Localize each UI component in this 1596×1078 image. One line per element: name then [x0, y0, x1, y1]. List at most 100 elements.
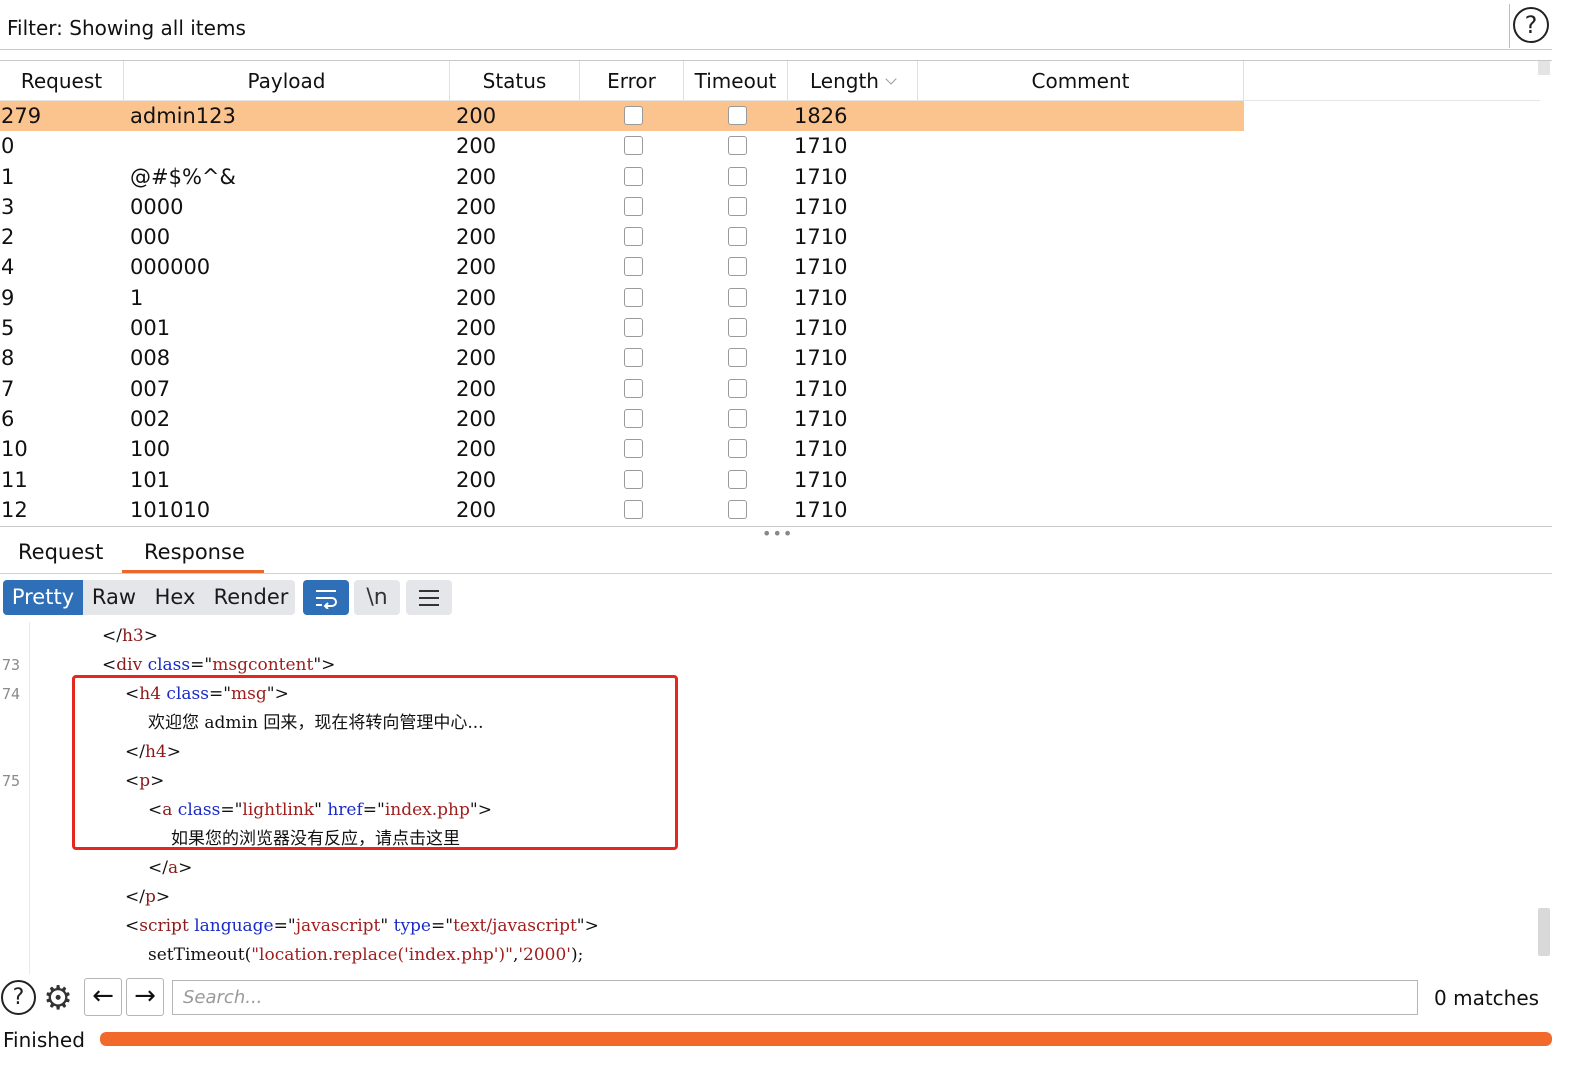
- error-checkbox[interactable]: [624, 348, 643, 368]
- table-row[interactable]: 10 100 200 1710: [0, 434, 1540, 464]
- timeout-checkbox[interactable]: [728, 439, 747, 459]
- wrap-lines-icon[interactable]: [303, 580, 349, 615]
- timeout-checkbox[interactable]: [728, 136, 747, 156]
- raw-button[interactable]: Raw: [87, 580, 141, 615]
- cell-request: 2: [1, 225, 15, 250]
- gear-icon[interactable]: ⚙: [40, 980, 76, 1016]
- error-checkbox[interactable]: [624, 408, 643, 428]
- error-checkbox[interactable]: [624, 166, 643, 186]
- table-row[interactable]: 9 1 200 1710: [0, 283, 1540, 313]
- cell-payload: 100: [130, 437, 171, 462]
- line-number: 74: [2, 685, 21, 703]
- code-token: class: [147, 655, 191, 675]
- timeout-checkbox[interactable]: [728, 287, 747, 307]
- code-token: >: [155, 887, 171, 907]
- cell-request: 8: [1, 346, 15, 371]
- timeout-checkbox[interactable]: [728, 257, 747, 277]
- next-match-button[interactable]: →: [126, 978, 164, 1016]
- column-header-payload[interactable]: Payload: [124, 61, 450, 101]
- filter-box[interactable]: Filter: Showing all items: [0, 4, 1510, 48]
- timeout-checkbox[interactable]: [728, 227, 747, 247]
- table-row[interactable]: 11 101 200 1710: [0, 465, 1540, 495]
- cell-length: 1710: [794, 316, 848, 341]
- cell-status: 200: [456, 376, 497, 401]
- column-header-request[interactable]: Request: [0, 61, 124, 101]
- cell-request: 1: [1, 164, 15, 189]
- cell-status: 200: [456, 104, 497, 128]
- table-row[interactable]: 6 002 200 1710: [0, 404, 1540, 434]
- cell-request: 0: [1, 134, 15, 159]
- error-checkbox[interactable]: [624, 378, 643, 398]
- previous-match-button[interactable]: ←: [84, 978, 122, 1016]
- error-checkbox[interactable]: [624, 318, 643, 338]
- error-checkbox[interactable]: [624, 499, 643, 519]
- error-checkbox[interactable]: [624, 106, 643, 125]
- table-row[interactable]: 7 007 200 1710: [0, 374, 1540, 404]
- timeout-checkbox[interactable]: [728, 378, 747, 398]
- cell-status: 200: [456, 467, 497, 492]
- table-row[interactable]: 279 admin123 200 1826: [0, 101, 1244, 132]
- table-scrollbar[interactable]: [1538, 61, 1550, 75]
- timeout-checkbox[interactable]: [728, 106, 747, 125]
- error-checkbox[interactable]: [624, 227, 643, 247]
- newline-toggle-icon[interactable]: \n: [354, 580, 400, 615]
- error-checkbox[interactable]: [624, 196, 643, 216]
- column-header-comment[interactable]: Comment: [918, 61, 1244, 101]
- hamburger-menu-icon[interactable]: [406, 580, 452, 615]
- annotation-highlight-box: [72, 675, 678, 850]
- table-row[interactable]: 8 008 200 1710: [0, 343, 1540, 373]
- timeout-checkbox[interactable]: [728, 469, 747, 489]
- cell-status: 200: [456, 255, 497, 280]
- code-token: a: [167, 858, 179, 878]
- table-row[interactable]: 12 101010 200 1710: [0, 495, 1540, 525]
- error-checkbox[interactable]: [624, 287, 643, 307]
- timeout-checkbox[interactable]: [728, 166, 747, 186]
- cell-length: 1710: [794, 225, 848, 250]
- table-row[interactable]: 4 000000 200 1710: [0, 252, 1540, 282]
- column-header-length[interactable]: Length: [788, 61, 918, 101]
- column-header-status[interactable]: Status: [450, 61, 580, 101]
- filter-label[interactable]: Filter: Showing all items: [7, 16, 246, 40]
- hex-button[interactable]: Hex: [147, 580, 203, 615]
- timeout-checkbox[interactable]: [728, 196, 747, 216]
- code-line: </h3>: [102, 622, 158, 651]
- cell-request: 5: [1, 316, 15, 341]
- error-checkbox[interactable]: [624, 257, 643, 277]
- cell-payload: admin123: [130, 104, 236, 128]
- table-row[interactable]: 0 200 1710: [0, 131, 1540, 161]
- cell-payload: 1: [130, 285, 144, 310]
- progress-bar: [100, 1032, 1552, 1046]
- tab-request[interactable]: Request: [18, 540, 103, 564]
- help-icon[interactable]: ?: [1513, 7, 1549, 43]
- table-row[interactable]: 1 @#$%^& 200 1710: [0, 162, 1540, 192]
- cell-length: 1710: [794, 285, 848, 310]
- cell-length: 1826: [794, 104, 848, 128]
- cell-payload: 001: [130, 316, 171, 341]
- timeout-checkbox[interactable]: [728, 408, 747, 428]
- code-token: ": [380, 916, 394, 936]
- cell-payload: 002: [130, 406, 171, 431]
- code-scrollbar[interactable]: [1538, 908, 1550, 956]
- pretty-button[interactable]: Pretty: [3, 580, 83, 615]
- error-checkbox[interactable]: [624, 439, 643, 459]
- progress-bar-fill: [100, 1032, 1552, 1046]
- code-token: p: [144, 887, 156, 907]
- table-row[interactable]: 3 0000 200 1710: [0, 192, 1540, 222]
- cell-status: 200: [456, 134, 497, 159]
- help-icon[interactable]: ?: [1, 980, 36, 1015]
- render-button[interactable]: Render: [209, 580, 293, 615]
- column-header-error[interactable]: Error: [580, 61, 684, 101]
- code-token: javascript: [295, 916, 381, 936]
- search-input[interactable]: [172, 980, 1418, 1015]
- error-checkbox[interactable]: [624, 136, 643, 156]
- timeout-checkbox[interactable]: [728, 499, 747, 519]
- error-checkbox[interactable]: [624, 469, 643, 489]
- tab-response[interactable]: Response: [144, 540, 245, 564]
- code-line: setTimeout("location.replace('index.php'…: [148, 941, 583, 970]
- table-row[interactable]: 2 000 200 1710: [0, 222, 1540, 252]
- table-row[interactable]: 5 001 200 1710: [0, 313, 1540, 343]
- column-header-timeout[interactable]: Timeout: [684, 61, 788, 101]
- code-token: type: [393, 916, 431, 936]
- timeout-checkbox[interactable]: [728, 348, 747, 368]
- timeout-checkbox[interactable]: [728, 318, 747, 338]
